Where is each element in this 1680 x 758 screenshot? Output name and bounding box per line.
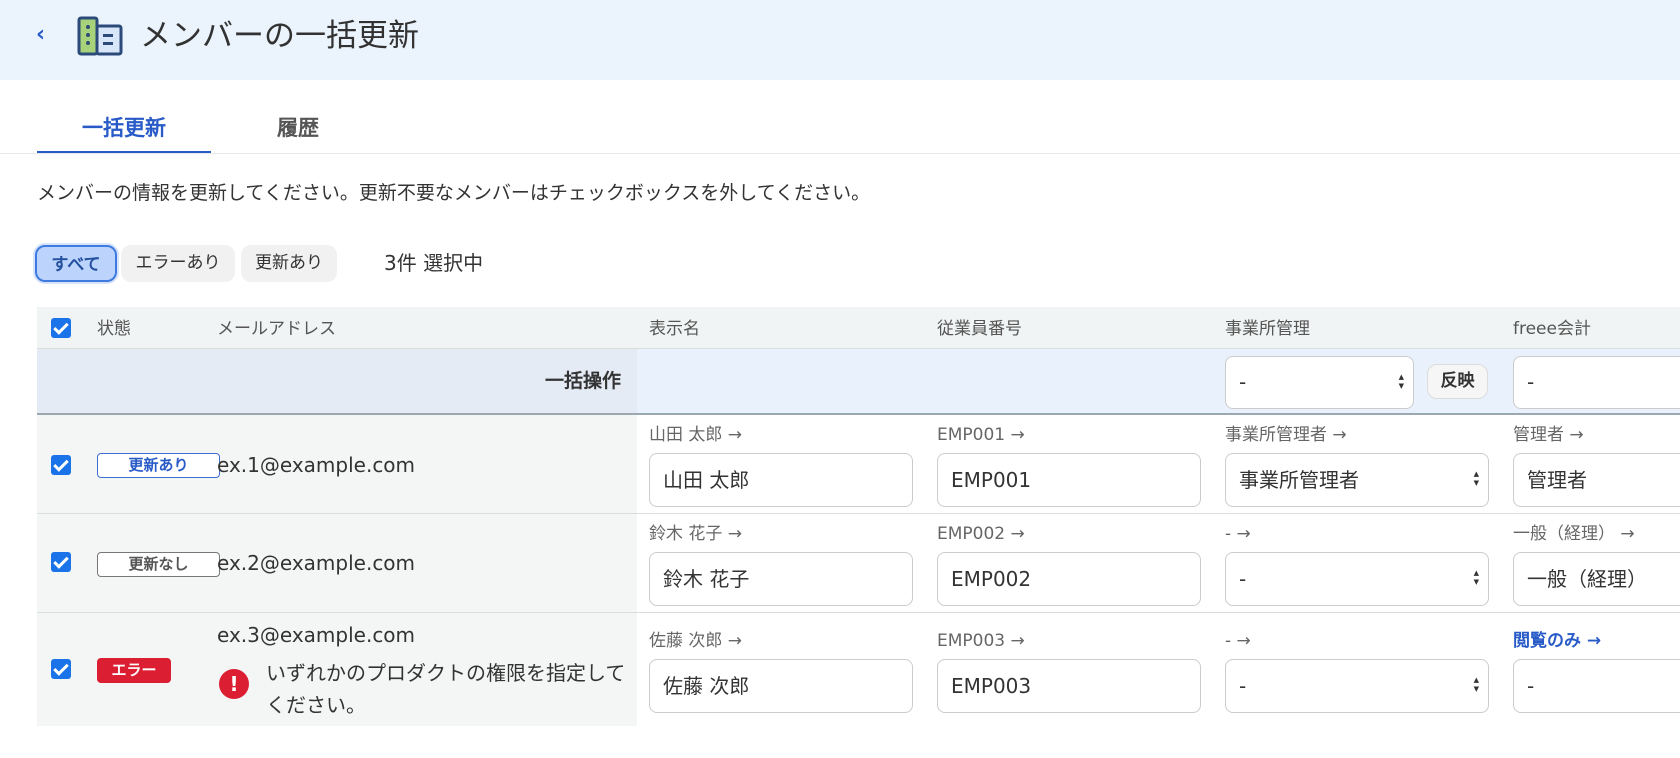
error-icon: !	[219, 669, 249, 699]
display-name-input[interactable]: 佐藤 次郎	[649, 659, 913, 713]
office-previous-value: - →	[1225, 524, 1251, 544]
tab-bulk-update[interactable]: 一括更新	[37, 104, 211, 154]
employee-number-input[interactable]: EMP003	[937, 659, 1201, 713]
office-role-select[interactable]: 事業所管理者	[1225, 453, 1489, 507]
row-checkbox[interactable]	[51, 455, 71, 475]
table-header: 状態 メールアドレス 表示名 従業員番号 事業所管理 freee会計	[37, 307, 1680, 349]
status-badge: エラー	[97, 658, 171, 683]
name-previous-value: 佐藤 次郎 →	[649, 631, 743, 651]
bulk-freee-select[interactable]: -	[1513, 356, 1680, 409]
instructions-text: メンバーの情報を更新してください。更新不要なメンバーはチェックボックスを外してく…	[37, 182, 871, 204]
column-status: 状態	[97, 319, 131, 339]
row-checkbox[interactable]	[51, 552, 71, 572]
bulk-office-select[interactable]: -	[1225, 356, 1414, 409]
table-row: 更新なし ex.2@example.com 鈴木 花子 → 鈴木 花子 EMP0…	[37, 514, 1680, 613]
employee-number-input[interactable]: EMP002	[937, 552, 1201, 606]
office-previous-value: 事業所管理者 →	[1225, 425, 1347, 445]
status-badge: 更新あり	[97, 453, 220, 478]
employee-number-previous-value: EMP003 →	[937, 631, 1025, 651]
row-info-cell: 更新なし ex.2@example.com	[37, 514, 637, 612]
status-badge: 更新なし	[97, 552, 220, 577]
column-office-management: 事業所管理	[1225, 319, 1310, 339]
employee-number-previous-value: EMP001 →	[937, 425, 1025, 445]
row-checkbox[interactable]	[51, 659, 71, 679]
table-row: 更新あり ex.1@example.com 山田 太郎 → 山田 太郎 EMP0…	[37, 415, 1680, 514]
email-text: ex.1@example.com	[217, 453, 416, 477]
filter-error-button[interactable]: エラーあり	[121, 245, 235, 282]
column-display-name: 表示名	[649, 319, 700, 339]
page-header: ‹ メンバーの一括更新	[0, 0, 1680, 80]
tab-history[interactable]: 履歴	[211, 104, 385, 154]
freee-role-select[interactable]: 管理者	[1513, 453, 1680, 507]
filter-all-button[interactable]: すべて	[35, 245, 117, 282]
display-name-input[interactable]: 鈴木 花子	[649, 552, 913, 606]
reflect-button[interactable]: 反映	[1427, 364, 1488, 399]
column-email: メールアドレス	[217, 319, 336, 339]
office-role-select[interactable]: -	[1225, 552, 1489, 606]
tab-bar: 一括更新 履歴	[37, 104, 386, 154]
column-freee-accounting: freee会計	[1513, 319, 1591, 339]
divider	[0, 153, 1680, 154]
filter-updated-button[interactable]: 更新あり	[241, 245, 337, 282]
freee-previous-value: 一般（経理） →	[1513, 524, 1635, 544]
office-role-select[interactable]: -	[1225, 659, 1489, 713]
freee-role-select[interactable]: -	[1513, 659, 1680, 713]
row-info-cell: エラー ex.3@example.com ! いずれかのプロダクトの権限を指定し…	[37, 613, 637, 726]
office-previous-value: - →	[1225, 631, 1251, 651]
email-text: ex.3@example.com	[217, 623, 416, 647]
email-text: ex.2@example.com	[217, 551, 416, 575]
row-info-cell: 更新あり ex.1@example.com	[37, 415, 637, 513]
back-icon[interactable]: ‹	[36, 22, 56, 48]
display-name-input[interactable]: 山田 太郎	[649, 453, 913, 507]
freee-role-select[interactable]: 一般（経理）	[1513, 552, 1680, 606]
table-row: エラー ex.3@example.com ! いずれかのプロダクトの権限を指定し…	[37, 613, 1680, 726]
bulk-operation-label: 一括操作	[544, 370, 621, 392]
select-all-checkbox[interactable]	[51, 318, 71, 338]
bulk-operation-cell: 一括操作	[37, 349, 637, 413]
employee-number-previous-value: EMP002 →	[937, 524, 1025, 544]
error-message: いずれかのプロダクトの権限を指定してください。	[266, 661, 626, 717]
selected-count: 3件 選択中	[384, 251, 484, 275]
freee-previous-value: 管理者 →	[1513, 425, 1584, 445]
page-title: メンバーの一括更新	[140, 18, 419, 54]
name-previous-value: 山田 太郎 →	[649, 425, 743, 445]
employee-number-input[interactable]: EMP001	[937, 453, 1201, 507]
name-previous-value: 鈴木 花子 →	[649, 524, 743, 544]
freee-previous-value-link[interactable]: 閲覧のみ →	[1513, 629, 1601, 653]
column-employee-number: 従業員番号	[937, 319, 1022, 339]
building-icon	[77, 16, 123, 56]
